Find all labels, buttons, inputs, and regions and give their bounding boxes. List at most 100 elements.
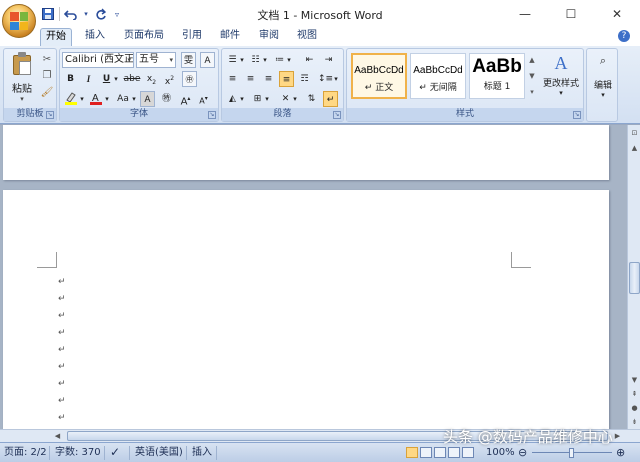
- sort-icon[interactable]: ⇅: [304, 91, 319, 107]
- clipboard-group: 粘贴 ▾ ✂ ❐ 🖌 剪贴板 ↘: [3, 48, 57, 122]
- styles-more-icon[interactable]: ▾: [527, 85, 537, 98]
- underline-dropdown-icon[interactable]: ▾: [112, 71, 120, 87]
- styles-launcher-icon[interactable]: ↘: [573, 111, 581, 119]
- enclose-chars-icon[interactable]: ㊕: [159, 91, 174, 107]
- browse-object-icon[interactable]: ●: [629, 402, 640, 414]
- tab-view[interactable]: 视图: [292, 28, 322, 46]
- show-marks-icon[interactable]: ↵: [323, 91, 338, 107]
- scroll-left-icon[interactable]: ◀: [52, 430, 63, 442]
- minimize-icon[interactable]: —: [502, 0, 548, 27]
- help-icon[interactable]: ?: [618, 30, 630, 42]
- line-spacing-dropdown-icon[interactable]: ▾: [332, 71, 340, 87]
- paragraph-mark: ↵: [58, 311, 66, 321]
- align-center-icon[interactable]: ≡: [243, 71, 258, 87]
- style-heading-1[interactable]: AaBb 标题 1: [469, 53, 525, 99]
- chinese-layout-dropdown-icon[interactable]: ▾: [291, 91, 299, 107]
- proofing-icon[interactable]: ✓: [110, 443, 120, 462]
- scroll-up-icon[interactable]: ▲: [629, 142, 640, 154]
- numbering-dropdown-icon[interactable]: ▾: [261, 52, 269, 68]
- font-size-combo[interactable]: 五号 ▾: [136, 52, 176, 68]
- scroll-down-icon[interactable]: ▼: [629, 374, 640, 386]
- style-no-spacing-sample: AaBbCcDd: [413, 65, 463, 76]
- status-separator: [49, 446, 50, 460]
- status-language[interactable]: 英语(美国): [135, 443, 183, 462]
- change-styles-dropdown-icon: ▾: [559, 89, 563, 97]
- align-right-icon[interactable]: ≡: [261, 71, 276, 87]
- clipboard-launcher-icon[interactable]: ↘: [46, 111, 54, 119]
- status-word-count[interactable]: 字数: 370: [55, 443, 101, 462]
- tab-home[interactable]: 开始: [40, 28, 72, 46]
- font-color-icon[interactable]: A: [88, 91, 103, 107]
- char-border-icon[interactable]: A: [200, 52, 215, 68]
- font-launcher-icon[interactable]: ↘: [208, 111, 216, 119]
- zoom-slider-thumb[interactable]: [569, 448, 574, 458]
- office-button[interactable]: [2, 4, 36, 38]
- style-normal[interactable]: AaBbCcDd ↵ 正文: [351, 53, 407, 99]
- tab-insert[interactable]: 插入: [80, 28, 110, 46]
- paragraph-mark: ↵: [58, 379, 66, 389]
- paste-dropdown-icon[interactable]: ▾: [8, 95, 36, 103]
- format-painter-icon[interactable]: 🖌: [40, 86, 54, 100]
- maximize-icon[interactable]: ☐: [548, 0, 594, 27]
- font-name-value: Calibri (西文正: [65, 54, 134, 65]
- font-color-dropdown-icon[interactable]: ▾: [103, 91, 111, 107]
- highlight-icon[interactable]: [63, 91, 78, 107]
- tab-references[interactable]: 引用: [177, 28, 207, 46]
- shrink-font-icon[interactable]: A▾: [196, 91, 211, 107]
- styles-scroll-down-icon[interactable]: ▼: [527, 69, 537, 82]
- vertical-scrollbar[interactable]: ⊡ ▲ ▼ ⇞ ● ⇟: [627, 125, 640, 429]
- shading-dropdown-icon[interactable]: ▾: [238, 91, 246, 107]
- change-case-icon[interactable]: ㊥: [182, 71, 197, 87]
- styles-scroll-up-icon[interactable]: ▲: [527, 53, 537, 66]
- font-name-combo[interactable]: Calibri (西文正 ▾: [62, 52, 134, 68]
- status-insert-mode[interactable]: 插入: [192, 443, 212, 462]
- phonetic-guide-icon[interactable]: 雯: [181, 52, 196, 68]
- ruler-toggle-icon[interactable]: ⊡: [629, 127, 640, 139]
- bullets-dropdown-icon[interactable]: ▾: [238, 52, 246, 68]
- prev-page-icon[interactable]: ⇞: [629, 388, 640, 400]
- close-icon[interactable]: ✕: [594, 0, 640, 27]
- next-page-icon[interactable]: ⇟: [629, 416, 640, 428]
- zoom-in-icon[interactable]: ⊕: [616, 443, 625, 462]
- outline-view-icon[interactable]: [448, 447, 460, 458]
- editing-button[interactable]: ⌕ 编辑 ▾: [588, 52, 618, 106]
- print-layout-view-icon[interactable]: [406, 447, 418, 458]
- change-styles-button[interactable]: A 更改样式 ▾: [540, 53, 582, 107]
- borders-dropdown-icon[interactable]: ▾: [263, 91, 271, 107]
- style-no-spacing[interactable]: AaBbCcDd ↵ 无间隔: [410, 53, 466, 99]
- document-area[interactable]: ↵ ↵ ↵ ↵ ↵ ↵ ↵ ↵ ↵: [0, 125, 627, 429]
- superscript-icon[interactable]: x2: [162, 71, 177, 87]
- full-screen-view-icon[interactable]: [420, 447, 432, 458]
- char-shading-icon[interactable]: A: [140, 91, 155, 107]
- line-spacing-icon[interactable]: ↕≡: [318, 71, 333, 87]
- justify-icon[interactable]: ≡: [279, 71, 294, 87]
- vertical-scroll-thumb[interactable]: [629, 262, 640, 294]
- tab-page-layout[interactable]: 页面布局: [118, 28, 170, 46]
- draft-view-icon[interactable]: [462, 447, 474, 458]
- font-size-aa-dropdown-icon[interactable]: ▾: [130, 91, 138, 107]
- editing-dropdown-icon: ▾: [601, 91, 605, 99]
- grow-font-icon[interactable]: A▴: [178, 91, 193, 107]
- page-1[interactable]: [3, 125, 609, 180]
- style-normal-name: ↵ 正文: [364, 83, 394, 93]
- multilevel-dropdown-icon[interactable]: ▾: [285, 52, 293, 68]
- web-layout-view-icon[interactable]: [434, 447, 446, 458]
- cut-icon[interactable]: ✂: [40, 53, 54, 67]
- distributed-icon[interactable]: ☶: [297, 71, 312, 87]
- italic-icon[interactable]: I: [81, 71, 96, 87]
- highlight-dropdown-icon[interactable]: ▾: [78, 91, 86, 107]
- decrease-indent-icon[interactable]: ⇤: [302, 52, 317, 68]
- scroll-right-icon[interactable]: ▶: [612, 430, 623, 442]
- paragraph-launcher-icon[interactable]: ↘: [333, 111, 341, 119]
- tab-mailings[interactable]: 邮件: [215, 28, 245, 46]
- paste-button[interactable]: 粘贴 ▾: [8, 52, 36, 106]
- copy-icon[interactable]: ❐: [40, 69, 54, 83]
- strikethrough-icon[interactable]: abe: [122, 71, 142, 87]
- subscript-icon[interactable]: x2: [144, 71, 159, 87]
- status-page[interactable]: 页面: 2/2: [4, 443, 47, 462]
- tab-review[interactable]: 审阅: [254, 28, 284, 46]
- page-2[interactable]: ↵ ↵ ↵ ↵ ↵ ↵ ↵ ↵ ↵: [3, 190, 609, 429]
- increase-indent-icon[interactable]: ⇥: [321, 52, 336, 68]
- bold-icon[interactable]: B: [63, 71, 78, 87]
- align-left-icon[interactable]: ≡: [225, 71, 240, 87]
